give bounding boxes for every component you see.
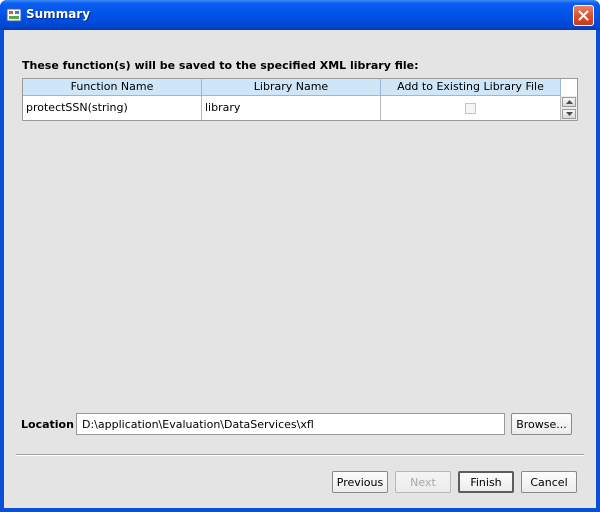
column-header-add-existing[interactable]: Add to Existing Library File [381, 79, 561, 96]
scroll-down-button[interactable] [562, 109, 576, 119]
dialog-content: These function(s) will be saved to the s… [4, 30, 596, 508]
location-label: Location [21, 418, 74, 431]
arrow-down-icon [565, 112, 573, 116]
next-button[interactable]: Next [395, 471, 451, 493]
separator [16, 454, 584, 456]
close-button[interactable] [573, 5, 594, 26]
arrow-up-icon [565, 100, 573, 104]
column-header-library-name[interactable]: Library Name [202, 79, 381, 96]
table-scrollbar[interactable] [561, 96, 577, 120]
browse-button[interactable]: Browse... [511, 413, 572, 435]
table-header: Function Name Library Name Add to Existi… [23, 79, 561, 96]
finish-button[interactable]: Finish [458, 471, 514, 493]
functions-table: Function Name Library Name Add to Existi… [22, 78, 578, 121]
table-row[interactable]: protectSSN(string) library [23, 96, 561, 120]
add-existing-cell[interactable] [381, 96, 561, 120]
cancel-button[interactable]: Cancel [521, 471, 577, 493]
column-header-function-name[interactable]: Function Name [23, 79, 202, 96]
add-existing-checkbox[interactable] [465, 102, 476, 114]
function-name-cell[interactable]: protectSSN(string) [23, 96, 202, 120]
window-title: Summary [26, 7, 91, 21]
library-name-cell[interactable]: library [202, 96, 381, 120]
location-input[interactable] [76, 413, 505, 435]
summary-heading: These function(s) will be saved to the s… [22, 59, 419, 72]
close-icon [578, 10, 589, 21]
app-icon [6, 8, 22, 22]
dialog-window: Summary These function(s) will be saved … [0, 0, 600, 512]
previous-button[interactable]: Previous [332, 471, 388, 493]
scroll-up-button[interactable] [562, 97, 576, 107]
title-bar[interactable]: Summary [0, 0, 600, 30]
